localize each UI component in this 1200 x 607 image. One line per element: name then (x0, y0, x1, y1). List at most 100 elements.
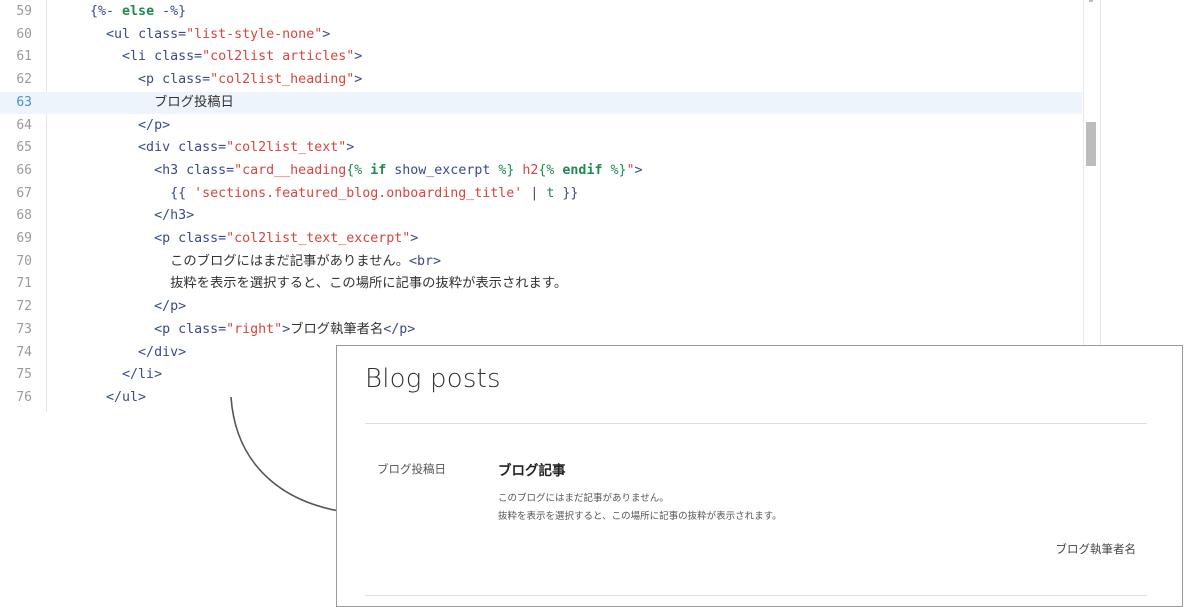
line-number: 62 (16, 72, 32, 88)
code-token: <ul (58, 26, 139, 42)
line-number: 66 (16, 162, 32, 178)
code-text: <p class="col2list_text_excerpt"> (58, 228, 418, 251)
line-number: 74 (16, 344, 32, 360)
code-token: <li (58, 49, 155, 65)
line-number: 60 (16, 26, 32, 42)
code-token: ブログ執筆者名 (290, 321, 384, 337)
code-token: <p (58, 231, 179, 246)
code-text: <p class="right">ブログ執筆者名</p> (58, 319, 415, 342)
code-token: </div> (58, 344, 187, 360)
code-token: > (346, 140, 355, 156)
preview-excerpt-line-1: このブログにはまだ記事がありません。 (498, 493, 669, 504)
code-token: ブログ投稿日 (58, 94, 234, 110)
code-token: {{ (58, 185, 195, 201)
code-token: class= (186, 162, 235, 178)
preview-divider-bottom (365, 595, 1147, 596)
code-token: > (322, 26, 331, 42)
code-text: </ul> (58, 387, 146, 410)
code-line[interactable]: 66 <h3 class="card__heading{% if show_ex… (0, 160, 1082, 183)
scrollbar-top-edge (1089, 0, 1093, 2)
code-text: {%- else -%} (58, 1, 186, 24)
code-text: {{ 'sections.featured_blog.onboarding_ti… (58, 183, 578, 206)
side-panel (1100, 0, 1200, 345)
editor-scrollbar[interactable] (1083, 0, 1101, 345)
code-text: </h3> (58, 205, 194, 228)
code-token: </p> (383, 321, 416, 337)
preview-post-author: ブログ執筆者名 (1055, 542, 1137, 556)
code-token: | (522, 185, 547, 201)
code-line[interactable]: 65 <div class="col2list_text"> (0, 137, 1082, 160)
editor-scrollbar-thumb[interactable] (1086, 122, 1096, 166)
line-number: 68 (16, 208, 32, 224)
code-line[interactable]: 61 <li class="col2list articles"> (0, 46, 1082, 69)
line-number: 59 (16, 4, 32, 19)
line-number: 75 (16, 367, 32, 383)
code-text: </li> (58, 364, 162, 387)
code-token: <br> (409, 253, 442, 269)
line-number: 65 (16, 140, 32, 156)
code-text: <h3 class="card__heading{% if show_excer… (58, 160, 643, 183)
code-token: %} (498, 162, 515, 178)
preview-post-date: ブログ投稿日 (377, 462, 446, 476)
preview-post-excerpt: このブログにはまだ記事がありません。 抜粋を表示を選択すると、この場所に記事の抜… (498, 490, 782, 526)
code-token: "list-style-none" (186, 26, 323, 42)
code-token: h2 (514, 162, 539, 178)
code-token: "col2list_heading" (210, 72, 355, 88)
code-token: </h3> (58, 208, 195, 224)
code-line[interactable]: 64 </p> (0, 115, 1082, 138)
code-line[interactable]: 63 ブログ投稿日 (0, 91, 1082, 115)
code-token: show_excerpt (386, 162, 499, 178)
code-token: > (354, 49, 363, 65)
code-token: " (626, 162, 635, 178)
code-token: }} (554, 185, 579, 201)
code-token: </p> (58, 117, 171, 133)
code-line[interactable]: 73 <p class="right">ブログ執筆者名</p> (0, 319, 1082, 342)
code-line[interactable]: 60 <ul class="list-style-none"> (0, 24, 1082, 47)
code-text: <li class="col2list articles"> (58, 46, 362, 69)
line-number: 72 (16, 299, 32, 315)
code-token: このブログにはまだ記事がありません。 (58, 253, 410, 269)
code-token: <p (58, 321, 179, 337)
code-text: <div class="col2list_text"> (58, 137, 354, 160)
code-token: </ul> (58, 389, 147, 405)
code-line[interactable]: 70 このブログにはまだ記事がありません。<br> (0, 251, 1082, 274)
code-token: endif (562, 162, 603, 178)
code-text: </div> (58, 342, 186, 365)
code-text: このブログにはまだ記事がありません。<br> (58, 251, 441, 274)
code-token: </li> (58, 367, 163, 383)
code-line[interactable]: 67 {{ 'sections.featured_blog.onboarding… (0, 183, 1082, 206)
code-text: ブログ投稿日 (58, 92, 234, 115)
code-token: "col2list articles" (202, 49, 355, 65)
line-number: 76 (16, 389, 32, 405)
preview-post-heading[interactable]: ブログ記事 (498, 459, 566, 479)
code-text: </p> (58, 115, 170, 138)
code-token: > (634, 162, 643, 178)
code-line[interactable]: 62 <p class="col2list_heading"> (0, 69, 1082, 92)
code-token: {% (538, 162, 563, 178)
code-token: > (282, 321, 291, 337)
code-line[interactable]: 68 </h3> (0, 205, 1082, 228)
code-token: class= (162, 72, 211, 88)
code-token: if (370, 162, 387, 178)
code-token: > (410, 231, 419, 246)
code-token: <h3 (58, 162, 187, 178)
line-number: 69 (16, 231, 32, 246)
code-token: class= (178, 231, 227, 246)
code-text: <p class="col2list_heading"> (58, 69, 362, 92)
code-line[interactable]: 69 <p class="col2list_text_excerpt"> (0, 228, 1082, 251)
code-token: 抜粋を表示を選択すると、この場所に記事の抜粋が表示されます。 (58, 276, 568, 292)
code-line[interactable]: 71 抜粋を表示を選択すると、この場所に記事の抜粋が表示されます。 (0, 273, 1082, 296)
preview-divider-top (365, 423, 1147, 424)
code-token: > (354, 72, 363, 88)
code-line[interactable]: 72 </p> (0, 296, 1082, 319)
line-number: 67 (16, 185, 32, 201)
line-number: 73 (16, 321, 32, 337)
code-text: </p> (58, 296, 186, 319)
code-token: class= (178, 321, 227, 337)
code-token: -%} (154, 4, 187, 19)
code-token: %} (602, 162, 627, 178)
preview-excerpt-line-2: 抜粋を表示を選択すると、この場所に記事の抜粋が表示されます。 (498, 511, 782, 522)
code-line[interactable]: 59 {%- else -%} (0, 1, 1082, 24)
preview-title: Blog posts (365, 364, 501, 394)
code-token: {% (346, 162, 371, 178)
